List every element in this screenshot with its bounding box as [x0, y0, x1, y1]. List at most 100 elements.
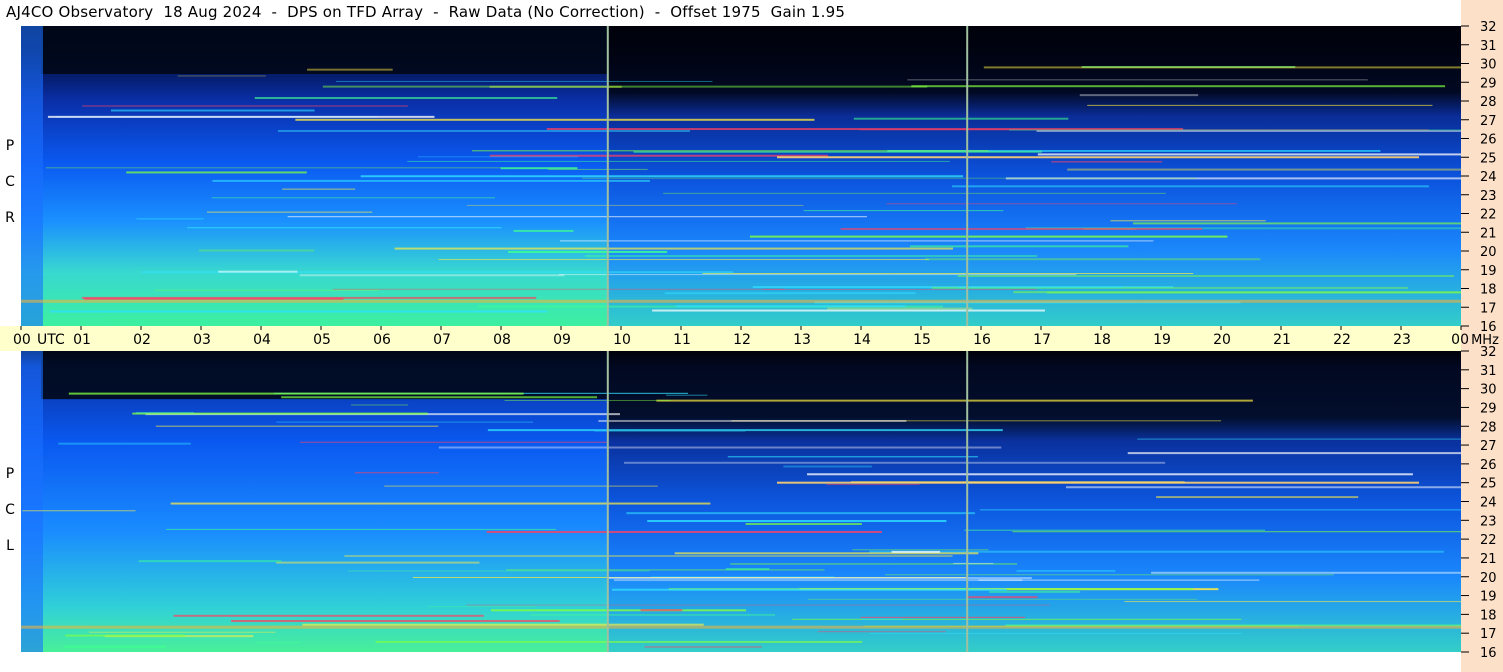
interference-line	[47, 115, 435, 118]
hot-band-17mhz	[21, 299, 1461, 303]
interference-line	[276, 421, 534, 423]
interference-line	[107, 319, 396, 321]
carrier-line-25mhz	[777, 481, 1419, 484]
y-tick-label: 29	[1480, 76, 1497, 91]
interference-line	[218, 270, 298, 273]
x-tick-label: 00	[1451, 332, 1469, 348]
y-tick-label: 19	[1480, 590, 1497, 605]
interference-line	[598, 419, 907, 422]
interference-line	[989, 590, 1081, 593]
interference-line	[964, 529, 1266, 531]
interference-line	[508, 250, 668, 253]
interference-line	[530, 613, 776, 616]
interference-line	[702, 273, 1194, 275]
interference-line	[983, 66, 1461, 69]
interference-line	[295, 118, 815, 121]
interference-line	[951, 185, 1429, 188]
interference-line	[277, 129, 690, 132]
interference-line	[1079, 94, 1199, 97]
interference-line	[282, 188, 356, 190]
interference-line	[958, 286, 1123, 288]
interference-line	[594, 430, 746, 432]
interference-line	[394, 247, 954, 250]
interference-line	[1036, 130, 1461, 132]
interference-line	[750, 235, 1228, 238]
interference-line	[45, 167, 502, 169]
interference-line	[347, 570, 650, 572]
interference-line	[506, 569, 825, 571]
interference-line	[613, 579, 1023, 582]
x-tick-label: 12	[733, 332, 751, 348]
interference-line	[1127, 452, 1461, 455]
interference-line	[1008, 129, 1461, 131]
interference-line	[384, 485, 658, 487]
interference-line	[582, 177, 1197, 179]
interference-line	[558, 274, 1077, 276]
interference-line	[302, 623, 704, 626]
y-tick-label: 23	[1480, 514, 1497, 529]
interference-line	[126, 171, 307, 174]
y-tick-label: 19	[1480, 264, 1497, 279]
interference-line	[548, 168, 648, 170]
interference-line	[666, 394, 708, 396]
interference-line	[22, 510, 136, 512]
interference-line	[438, 446, 1002, 449]
x-tick-label: 03	[193, 332, 211, 348]
y-tick-label: 23	[1480, 189, 1497, 204]
interference-line	[745, 523, 862, 526]
interference-line	[513, 229, 574, 232]
x-tick-label: 09	[553, 332, 571, 348]
interference-line	[640, 609, 683, 612]
y-tick-label: 32	[1480, 345, 1497, 360]
interference-line	[254, 642, 301, 644]
interference-line	[322, 85, 928, 88]
y-tick-label: 27	[1480, 114, 1497, 129]
y-tick-label: 29	[1480, 401, 1497, 416]
interference-line	[840, 227, 1203, 230]
y-tick-label: 26	[1480, 458, 1497, 473]
interference-line	[89, 631, 276, 633]
interference-line	[560, 240, 1154, 242]
interference-line	[212, 179, 650, 182]
x-tick-label: 07	[433, 332, 451, 348]
interference-line	[1013, 291, 1461, 294]
interference-line	[50, 310, 548, 313]
y-tick-label: 17	[1480, 627, 1497, 642]
y-tick-label: 18	[1480, 283, 1497, 298]
interference-line	[860, 616, 1025, 618]
y-tick-label: 16	[1480, 320, 1497, 335]
interference-line	[623, 461, 1166, 464]
time-marker-line	[606, 351, 609, 652]
interference-line	[199, 249, 315, 252]
interference-line	[486, 530, 882, 533]
spectrogram-panel-lcp	[21, 351, 1461, 652]
interference-line	[336, 80, 713, 82]
interference-line	[64, 645, 167, 648]
x-axis-label: UTC	[37, 332, 65, 348]
interference-line	[907, 79, 1368, 81]
interference-line	[1151, 571, 1461, 574]
spectrogram-panel-rcp	[21, 26, 1461, 326]
interference-line	[817, 631, 946, 633]
x-tick-label: 08	[493, 332, 511, 348]
y-tick-label: 24	[1480, 170, 1497, 185]
y-tick-label: 31	[1480, 39, 1497, 54]
interference-line	[727, 456, 978, 458]
interference-line	[351, 404, 409, 406]
y-tick-label: 22	[1480, 208, 1497, 223]
interference-line	[783, 465, 872, 468]
interference-line	[807, 598, 1197, 600]
interference-line	[65, 634, 186, 637]
interference-line	[173, 614, 484, 617]
interference-line	[231, 619, 560, 622]
y-tick-label: 16	[1480, 646, 1497, 661]
interference-line	[155, 425, 439, 427]
interference-line	[428, 606, 537, 608]
y-tick-label: 28	[1480, 420, 1497, 435]
hot-band-17mhz	[21, 625, 1461, 629]
interference-line	[1137, 438, 1461, 440]
y-tick-label: 32	[1480, 20, 1497, 35]
interference-line	[803, 210, 1004, 212]
y-tick-label: 18	[1480, 608, 1497, 623]
interference-line	[281, 396, 598, 399]
